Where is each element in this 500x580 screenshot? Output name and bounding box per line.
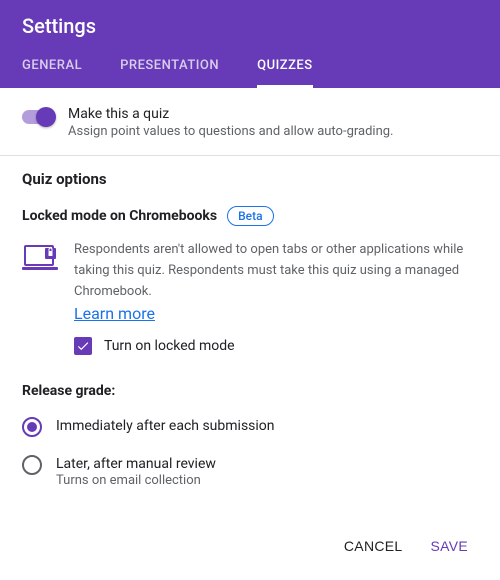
- locked-mode-text-block: Respondents aren't allowed to open tabs …: [74, 238, 478, 323]
- locked-chromebook-icon: [22, 242, 58, 272]
- cancel-button[interactable]: CANCEL: [334, 530, 413, 562]
- locked-mode-desc: Respondents aren't allowed to open tabs …: [74, 242, 463, 299]
- tab-presentation[interactable]: PRESENTATION: [120, 58, 219, 88]
- page-title: Settings: [0, 14, 500, 58]
- switch-thumb: [36, 107, 56, 127]
- radio-later-sub: Turns on email collection: [56, 473, 216, 488]
- radio-immediate-label: Immediately after each submission: [56, 417, 275, 435]
- make-quiz-row: Make this a quiz Assign point values to …: [0, 88, 500, 156]
- beta-badge[interactable]: Beta: [227, 206, 273, 226]
- radio-immediate[interactable]: [22, 417, 42, 437]
- radio-dot: [27, 422, 37, 432]
- make-quiz-text: Make this a quiz Assign point values to …: [68, 106, 394, 139]
- release-grade-title: Release grade:: [22, 383, 478, 399]
- tabs: GENERAL PRESENTATION QUIZZES: [0, 58, 500, 88]
- quiz-options-title: Quiz options: [22, 170, 478, 188]
- release-option-immediate[interactable]: Immediately after each submission: [22, 417, 478, 437]
- radio-later[interactable]: [22, 455, 42, 475]
- save-button[interactable]: SAVE: [420, 530, 478, 562]
- make-quiz-label: Make this a quiz: [68, 106, 394, 122]
- radio-immediate-text: Immediately after each submission: [56, 417, 275, 435]
- quiz-options-section: Quiz options Locked mode on Chromebooks …: [0, 156, 500, 488]
- radio-later-text: Later, after manual review Turns on emai…: [56, 455, 216, 488]
- locked-mode-checkbox[interactable]: [74, 337, 92, 355]
- learn-more-link[interactable]: Learn more: [74, 304, 155, 323]
- release-option-later[interactable]: Later, after manual review Turns on emai…: [22, 455, 478, 488]
- locked-mode-checkbox-label: Turn on locked mode: [104, 338, 235, 354]
- tab-general[interactable]: GENERAL: [22, 58, 82, 88]
- settings-header: Settings GENERAL PRESENTATION QUIZZES: [0, 0, 500, 88]
- locked-mode-body: Respondents aren't allowed to open tabs …: [22, 238, 478, 323]
- locked-mode-checkbox-row[interactable]: Turn on locked mode: [74, 337, 478, 355]
- dialog-footer: CANCEL SAVE: [0, 506, 500, 580]
- make-quiz-toggle[interactable]: [22, 110, 54, 124]
- tab-quizzes[interactable]: QUIZZES: [257, 58, 313, 88]
- locked-mode-heading: Locked mode on Chromebooks Beta: [22, 206, 478, 226]
- locked-mode-title: Locked mode on Chromebooks: [22, 208, 217, 224]
- make-quiz-desc: Assign point values to questions and all…: [68, 124, 394, 139]
- check-icon: [76, 339, 90, 353]
- radio-later-label: Later, after manual review: [56, 455, 216, 473]
